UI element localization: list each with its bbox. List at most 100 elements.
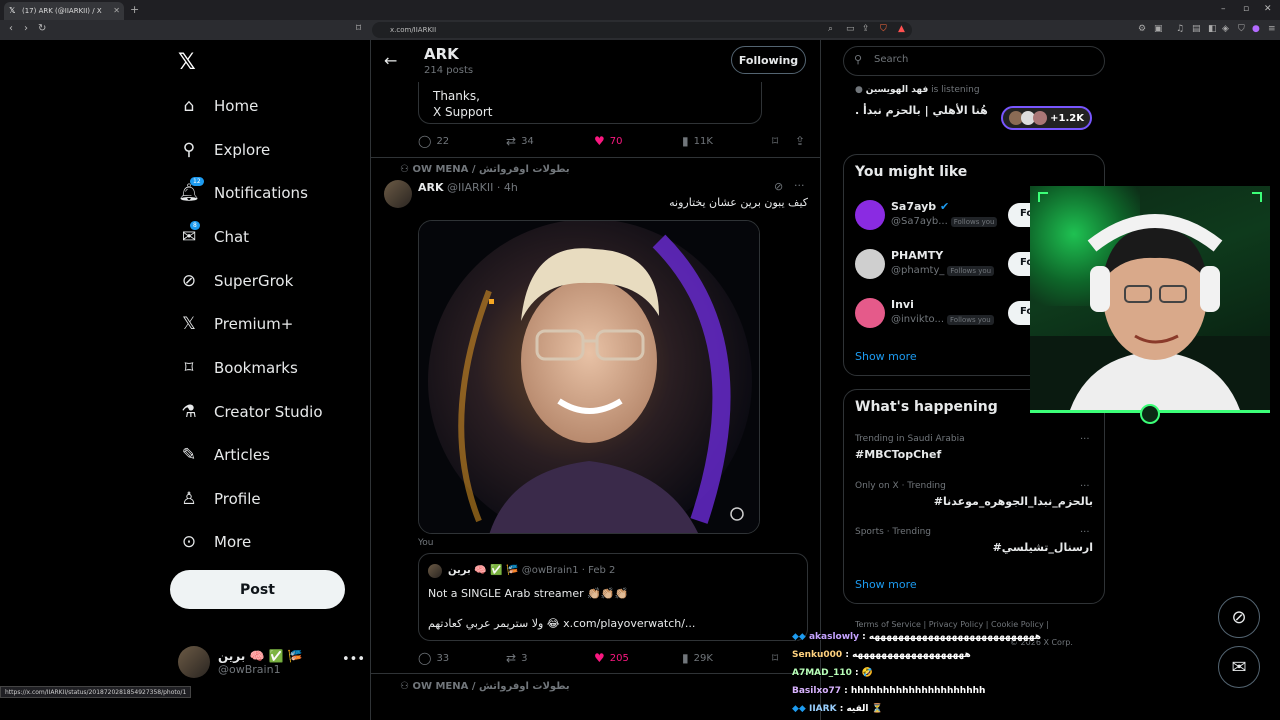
nav-item-chat[interactable]: ✉ 8 Chat xyxy=(178,215,249,259)
brave-shield-icon[interactable]: ⛉ xyxy=(880,24,887,34)
restore-button[interactable]: ▫ xyxy=(1243,4,1249,14)
social-context[interactable]: ⚇ OW MENA / بطولات اوفرواتش xyxy=(400,164,570,175)
space-host[interactable]: ● فهد الهويسين is listening xyxy=(855,85,980,95)
extension-icon[interactable]: ▤ xyxy=(1192,24,1201,34)
listener-count: +1.2K xyxy=(1050,112,1084,124)
nav-item-more[interactable]: ⊙ More xyxy=(178,520,251,564)
avatar[interactable] xyxy=(855,200,885,230)
show-more-link[interactable]: Show more xyxy=(855,350,917,363)
more-icon[interactable]: ••• xyxy=(342,652,365,667)
profile-icon[interactable]: ● xyxy=(1252,24,1260,34)
browser-tab[interactable]: 𝕏 (17) ARK (@IIARKII) / X ✕ xyxy=(4,2,124,20)
card-text: X Support xyxy=(433,105,493,119)
extension-icon[interactable]: ♫ xyxy=(1176,24,1184,34)
more-icon[interactable]: ··· xyxy=(794,179,805,192)
grok-icon: ⊘ xyxy=(181,271,197,291)
view-count: 11K xyxy=(693,135,713,147)
search-input[interactable]: ⚲ Search xyxy=(843,46,1105,76)
like-count: 205 xyxy=(609,652,629,664)
reply-button[interactable]: ◯ 33 xyxy=(418,651,449,665)
user-name[interactable]: Invi xyxy=(891,298,914,311)
nav-item-creator-studio[interactable]: ⚗ Creator Studio xyxy=(178,390,322,434)
extension-icon[interactable]: ◧ xyxy=(1208,24,1217,34)
zoom-icon[interactable]: ⌕ xyxy=(828,24,833,34)
nav-item-supergrok[interactable]: ⊘ SuperGrok xyxy=(178,259,293,303)
chat-message: ◆◆ akaslowly : ههههههههههههههههههههههههه… xyxy=(792,632,1042,642)
x-logo-icon[interactable]: 𝕏 xyxy=(178,50,196,75)
verified-icon: ✔ xyxy=(939,200,950,213)
avatar[interactable] xyxy=(855,249,885,279)
bookmark-icon[interactable]: ⌑ xyxy=(772,651,778,665)
reply-icon: ◯ xyxy=(418,651,432,665)
views-button[interactable]: ▮ 11K xyxy=(682,134,713,148)
reload-icon[interactable]: ↻ xyxy=(38,23,46,34)
brave-rewards-icon[interactable]: ▲ xyxy=(898,24,905,34)
share-icon[interactable]: ⇪ xyxy=(862,24,870,34)
window-close-button[interactable]: ✕ xyxy=(1264,4,1272,14)
nav-item-notifications[interactable]: 🔔︎ 12 Notifications xyxy=(178,171,308,215)
post-button[interactable]: Post xyxy=(170,570,345,609)
repost-count: 34 xyxy=(521,135,534,147)
repost-button[interactable]: ⇄ 3 xyxy=(506,651,527,665)
nav-item-bookmarks[interactable]: ⌑ Bookmarks xyxy=(178,346,298,390)
bell-icon: 🔔︎ xyxy=(178,183,200,203)
footer-links[interactable]: Terms of Service | Privacy Policy | Cook… xyxy=(855,620,1049,629)
page-title: ARK xyxy=(424,45,459,63)
back-arrow-icon[interactable]: ← xyxy=(384,51,397,70)
quote-text: Not a SINGLE Arab streamer 👏🏼👏🏼👏🏼 xyxy=(428,587,629,600)
chat-message: Basilxo77 : hhhhhhhhhhhhhhhhhhhhh xyxy=(792,686,986,696)
overwatch-logo-icon xyxy=(1140,404,1160,424)
bookmark-page-icon[interactable]: ⌑ xyxy=(356,23,361,34)
following-button[interactable]: Following xyxy=(731,46,806,74)
bookmark-icon[interactable]: ⌑ xyxy=(772,134,778,148)
extension-icon[interactable]: ⛉ xyxy=(1238,24,1245,34)
space-title[interactable]: هُنا الأهلي | بالحزم نبدأ . xyxy=(855,104,988,117)
back-icon[interactable]: ‹ xyxy=(9,23,13,34)
more-icon[interactable]: ··· xyxy=(1080,527,1090,538)
space-listeners[interactable]: +1.2K xyxy=(1001,106,1092,130)
cast-icon[interactable]: ▭ xyxy=(846,24,855,34)
nav-item-explore[interactable]: ⚲ Explore xyxy=(178,128,271,172)
search-placeholder: Search xyxy=(874,54,909,65)
account-switcher[interactable]: برين 🧠 ✅ 🎏 @owBrain1 xyxy=(178,646,303,678)
reply-button[interactable]: ◯ 22 xyxy=(418,134,449,148)
new-tab-button[interactable]: + xyxy=(130,3,139,16)
share-icon[interactable]: ⇪ xyxy=(795,134,805,148)
streamer-image xyxy=(1030,214,1270,410)
like-button[interactable]: ♥ 205 xyxy=(594,651,629,665)
minimize-button[interactable]: – xyxy=(1221,4,1226,14)
like-button[interactable]: ♥ 70 xyxy=(594,134,623,148)
messages-button[interactable]: ✉ xyxy=(1218,646,1260,688)
badge-icon: ◆◆ xyxy=(792,632,809,642)
tweet-author[interactable]: ARK @IIARKII · 4h xyxy=(418,181,518,194)
user-name[interactable]: PHAMTY xyxy=(891,249,943,262)
trend-topic[interactable]: #MBCTopChef xyxy=(855,448,941,461)
extension-icon[interactable]: ◈ xyxy=(1222,24,1229,34)
avatar[interactable] xyxy=(384,180,412,208)
nav-item-home[interactable]: ⌂ Home xyxy=(178,84,259,128)
user-name[interactable]: Sa7ayb ✔ xyxy=(891,200,949,213)
nav-item-premium[interactable]: 𝕏 Premium+ xyxy=(178,302,293,346)
show-more-link[interactable]: Show more xyxy=(855,578,917,591)
trend-topic[interactable]: #بالحزم_نبدا_الجوهره_موعدنا xyxy=(855,495,1093,508)
menu-icon[interactable]: ≡ xyxy=(1268,24,1276,34)
nav-item-profile[interactable]: ♙ Profile xyxy=(178,477,260,521)
more-icon[interactable]: ··· xyxy=(1080,434,1090,445)
more-icon[interactable]: ··· xyxy=(1080,481,1090,492)
divider xyxy=(370,157,820,158)
views-button[interactable]: ▮ 29K xyxy=(682,651,713,665)
grok-icon[interactable]: ⊘ xyxy=(774,180,783,193)
nav-item-articles[interactable]: ✎ Articles xyxy=(178,433,270,477)
extension-icon[interactable]: ⚙ xyxy=(1138,24,1146,34)
social-context[interactable]: ⚇ OW MENA / بطولات اوفرواتش xyxy=(400,681,570,692)
trend-topic[interactable]: #ارسنال_تشيلسي xyxy=(855,541,1093,554)
grok-button[interactable]: ⊘ xyxy=(1218,596,1260,638)
tweet-photo[interactable] xyxy=(418,220,760,534)
extension-icon[interactable]: ▣ xyxy=(1154,24,1163,34)
avatar[interactable] xyxy=(855,298,885,328)
forward-icon[interactable]: › xyxy=(24,23,28,34)
close-icon[interactable]: ✕ xyxy=(113,6,120,15)
avatar: ● xyxy=(855,85,866,95)
quoted-card[interactable]: Thanks, X Support xyxy=(418,82,762,124)
repost-button[interactable]: ⇄ 34 xyxy=(506,134,534,148)
